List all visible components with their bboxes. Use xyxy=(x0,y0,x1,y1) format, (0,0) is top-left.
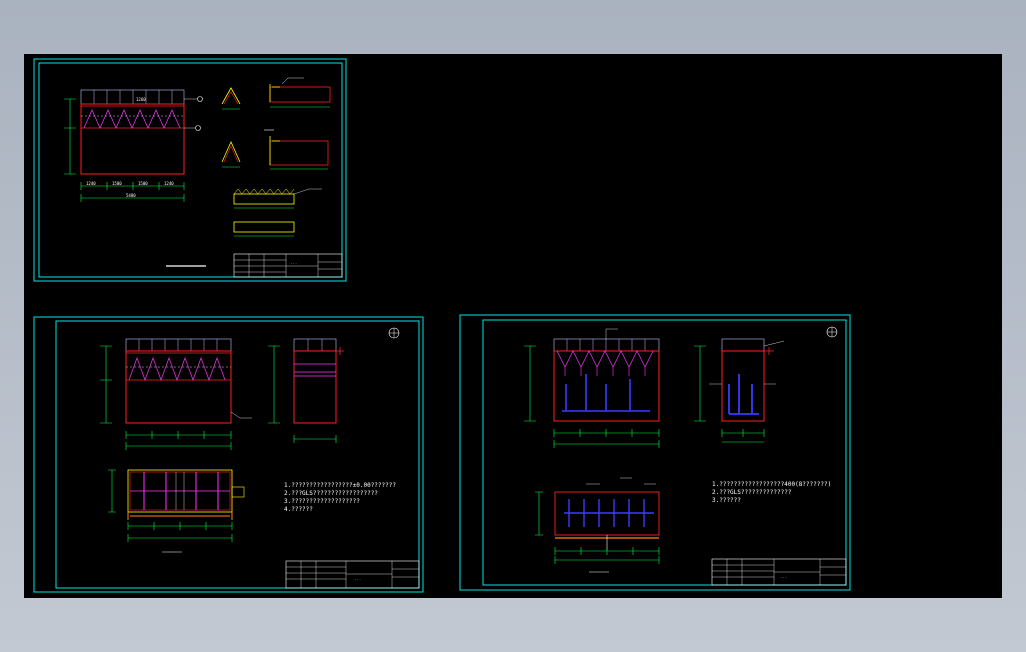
sheet-2-elevation-a xyxy=(100,338,252,450)
sheet-3-elevation-a xyxy=(524,328,660,448)
svg-text:1500: 1500 xyxy=(112,181,122,186)
svg-text:1.?????????????????±0.00??????: 1.?????????????????±0.00??????? xyxy=(284,482,396,489)
sheet-1-inner-frame xyxy=(38,62,343,278)
sheet-1-tank-elevation: 1260 xyxy=(64,89,203,202)
sheet-3-title-block: ··· xyxy=(711,558,847,586)
sheet-1-weir-details xyxy=(166,77,331,267)
cad-drawing-canvas[interactable]: 1260 1240 1500 1500 1240 5480 ··· 1.????… xyxy=(24,54,1002,598)
svg-text:1.??????????????????400(8?????: 1.??????????????????400(8???????) xyxy=(712,481,831,488)
svg-text:5480: 5480 xyxy=(126,193,136,198)
sheet-3-plan-view xyxy=(535,477,660,573)
drawing-sheet-1[interactable]: 1260 1240 1500 1500 1240 5480 ··· xyxy=(33,58,347,282)
svg-text:1500: 1500 xyxy=(138,181,148,186)
svg-text:1240: 1240 xyxy=(86,181,96,186)
svg-text:···: ··· xyxy=(354,577,361,582)
sheet-2-notes: 1.?????????????????±0.00??????? 2.???GLS… xyxy=(284,482,396,513)
svg-text:4.??????: 4.?????? xyxy=(284,506,313,513)
svg-text:···: ··· xyxy=(780,575,787,580)
svg-text:3.???????????????????: 3.??????????????????? xyxy=(284,498,360,505)
sheet-3-elevation-b xyxy=(694,338,785,443)
sheet-1-callout: 1260 xyxy=(136,97,146,102)
sheet-2-outer-frame xyxy=(33,316,424,593)
sheet-1-bottom-dimensions: 1240 1500 1500 1240 5480 xyxy=(86,181,174,198)
sheet-3-inner-frame xyxy=(482,319,847,586)
svg-text:2.???GLS??????????????????: 2.???GLS?????????????????? xyxy=(284,490,378,497)
svg-text:3.??????: 3.?????? xyxy=(712,497,741,504)
sheet-2-elevation-b xyxy=(268,338,344,443)
sheet-3-outer-frame xyxy=(459,314,851,591)
sheet-3-notes: 1.??????????????????400(8???????) 2.???G… xyxy=(712,481,831,504)
sheet-2-plan-view xyxy=(108,469,245,553)
svg-text:1240: 1240 xyxy=(164,181,174,186)
sheet-2-inner-frame xyxy=(55,320,420,589)
sheet-2-title-block: ··· xyxy=(285,560,420,589)
svg-text:2.???GLS??????????????: 2.???GLS?????????????? xyxy=(712,489,792,496)
cad-model-space[interactable]: 1260 1240 1500 1500 1240 5480 ··· 1.????… xyxy=(24,54,1002,598)
sheet-1-title-block: ··· xyxy=(233,253,343,278)
drawing-sheet-2[interactable]: 1.?????????????????±0.00??????? 2.???GLS… xyxy=(33,316,424,593)
drawing-sheet-3[interactable]: 1.??????????????????400(8???????) 2.???G… xyxy=(459,314,851,591)
sheet-1-project-name: ··· xyxy=(290,261,297,266)
